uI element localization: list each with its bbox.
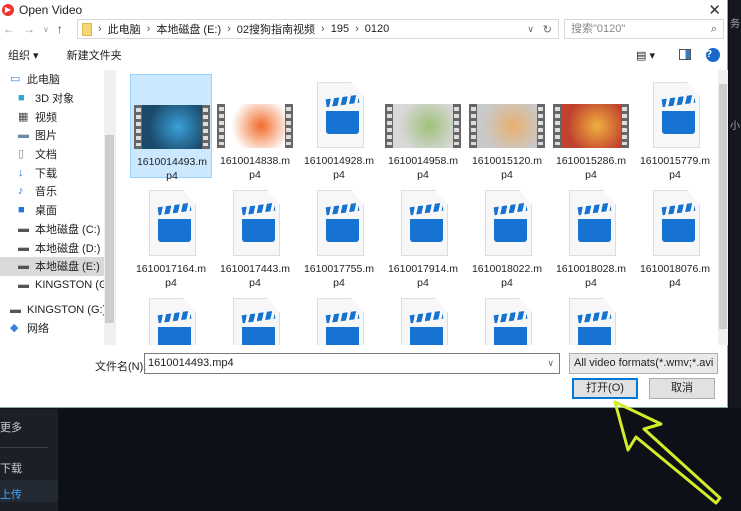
annotation-arrow (613, 400, 722, 505)
